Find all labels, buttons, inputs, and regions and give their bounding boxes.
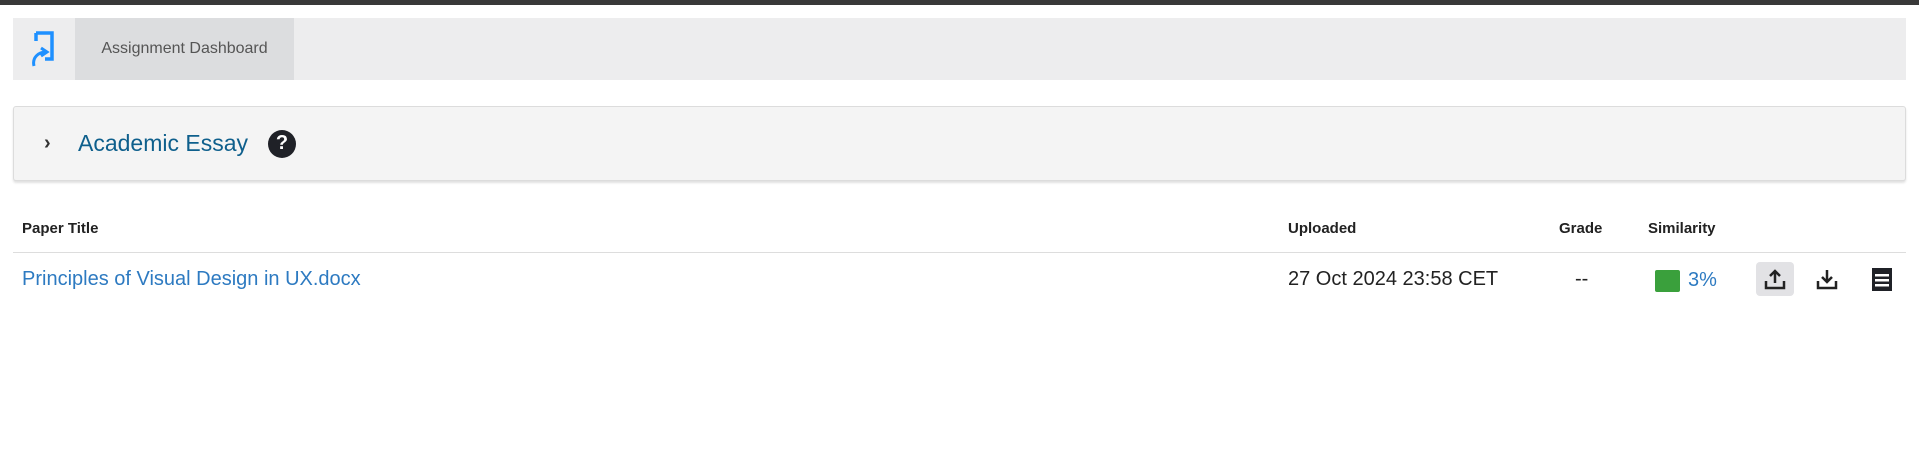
- header-uploaded: Uploaded: [1288, 220, 1357, 237]
- nav-bar: Assignment Dashboard: [13, 18, 1906, 80]
- upload-button[interactable]: [1756, 262, 1794, 296]
- uploaded-date: 27 Oct 2024 23:58 CET: [1288, 268, 1499, 290]
- chevron-right-icon[interactable]: ›: [44, 132, 66, 155]
- grade-value: --: [1575, 268, 1589, 290]
- assignment-panel: › Academic Essay ?: [13, 106, 1906, 181]
- help-icon[interactable]: ?: [268, 129, 297, 158]
- tab-assignment-dashboard[interactable]: Assignment Dashboard: [75, 18, 294, 80]
- details-button[interactable]: [1863, 262, 1901, 296]
- similarity-value: 3%: [1688, 269, 1717, 291]
- paper-title-link[interactable]: Principles of Visual Design in UX.docx: [22, 268, 361, 291]
- similarity-score[interactable]: 3%: [1655, 269, 1717, 292]
- download-icon: [1816, 270, 1838, 290]
- similarity-color-badge: [1655, 269, 1680, 292]
- logo-icon[interactable]: [13, 18, 75, 80]
- header-similarity: Similarity: [1648, 220, 1716, 237]
- document-list-icon: [1872, 268, 1892, 291]
- header-grade: Grade: [1559, 220, 1603, 237]
- top-bar: [0, 0, 1919, 5]
- upload-icon: [1764, 269, 1786, 290]
- assignment-title[interactable]: Academic Essay: [78, 130, 248, 157]
- download-button[interactable]: [1808, 262, 1846, 296]
- divider: [13, 252, 1906, 253]
- header-paper-title: Paper Title: [22, 220, 99, 237]
